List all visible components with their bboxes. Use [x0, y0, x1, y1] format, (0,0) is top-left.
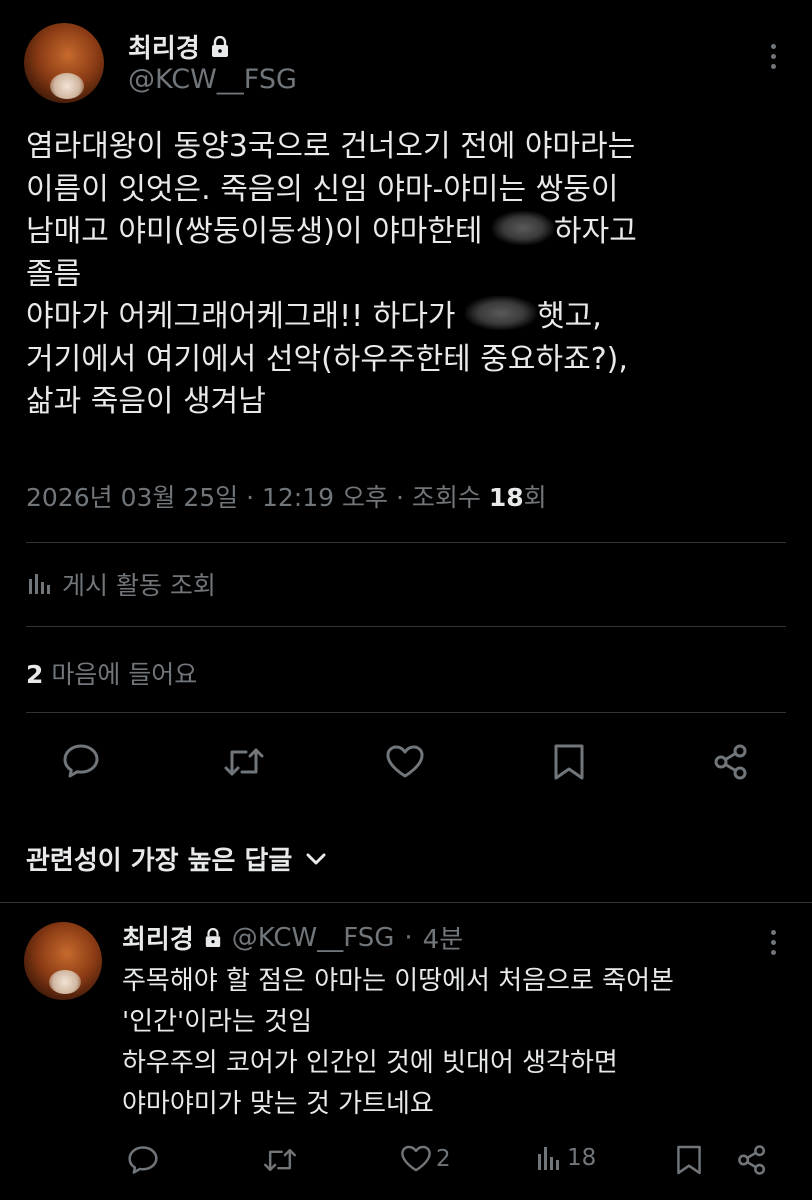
reply-reply-button[interactable] [127, 1145, 159, 1175]
post-activity-label: 게시 활동 조회 [62, 571, 216, 600]
retweet-button[interactable] [222, 745, 266, 779]
reply-share-button[interactable] [736, 1144, 768, 1176]
views-suffix: 회 [523, 483, 547, 512]
post-line-part: 하자고 [554, 214, 637, 249]
reply-line: '인간'이라는 것임 [122, 1007, 312, 1037]
reply-retweet-button[interactable] [262, 1146, 298, 1174]
analytics-icon [538, 1147, 559, 1170]
retweet-icon [224, 748, 264, 776]
post-line: 염라대왕이 동양3국으로 건너오기 전에 야마라는 [26, 129, 636, 164]
heart-icon [401, 1145, 431, 1172]
post-line: 삶과 죽음이 생겨남 [26, 384, 266, 419]
separator: · [395, 483, 412, 512]
reply-icon [63, 744, 99, 778]
reply-line: 주목해야 할 점은 야마는 이땅에서 처음으로 죽어본 [122, 966, 674, 996]
reply-author-handle[interactable]: @KCW__FSG [232, 923, 395, 953]
reply-line: 하우주의 코어가 인간인 것에 빗대어 생각하면 [122, 1048, 618, 1078]
reply-author-name[interactable]: 최리경 [122, 919, 194, 956]
post-time[interactable]: 12:19 오후 [262, 483, 388, 512]
bookmark-icon [554, 744, 584, 780]
more-icon[interactable] [771, 930, 776, 955]
retweet-icon [264, 1148, 296, 1172]
reply-avatar[interactable] [24, 922, 102, 1000]
post-line-part: 야마가 어케그래어케그래!! 하다가 [26, 299, 456, 334]
post-line: 이름이 잇엇은. 죽음의 신임 야마-야미는 쌍둥이 [26, 171, 619, 207]
post-body: 염라대왕이 동양3국으로 건너오기 전에 야마라는 이름이 잇엇은. 죽음의 신… [26, 126, 637, 424]
replies-sort-label: 관련성이 가장 높은 답글 [26, 846, 293, 876]
share-icon [738, 1145, 766, 1175]
reply-views-count: 18 [567, 1145, 597, 1171]
separator: · [404, 922, 413, 953]
reply-line: 야마야미가 맞는 것 가트네요 [122, 1089, 434, 1119]
reply-icon [128, 1146, 158, 1174]
share-button[interactable] [712, 743, 750, 781]
bookmark-button[interactable] [553, 743, 585, 781]
views-count: 18 [488, 483, 524, 512]
reply-like-button[interactable]: 2 [400, 1145, 451, 1173]
views-label: 조회수 [411, 483, 481, 512]
likes-label: 마음에 들어요 [51, 660, 198, 689]
post-activity-link[interactable]: 게시 활동 조회 [28, 566, 216, 602]
reply-header: 최리경 @KCW__FSG · 4분 [122, 919, 463, 956]
more-icon[interactable] [771, 44, 776, 69]
divider [0, 902, 812, 903]
lock-icon [210, 35, 230, 58]
lock-icon [204, 927, 222, 948]
post-line: 거기에서 여기에서 선악(하우주한테 중요하죠?), [26, 341, 628, 377]
post-line-part: 햇고, [537, 299, 602, 334]
author-name[interactable]: 최리경 [128, 28, 200, 65]
reply-time[interactable]: 4분 [423, 919, 463, 956]
replies-sort-dropdown[interactable]: 관련성이 가장 높은 답글 [26, 840, 326, 877]
divider [26, 712, 786, 713]
likes-summary[interactable]: 2 마음에 들어요 [26, 655, 197, 691]
reply-button[interactable] [62, 743, 100, 779]
bookmark-icon [677, 1145, 701, 1175]
avatar[interactable] [24, 23, 104, 103]
post-line: 남매고 야미(쌍둥이동생)이 야마한테 하자고 [26, 211, 637, 254]
censor-blur [492, 211, 555, 245]
separator: · [246, 483, 262, 512]
heart-icon [386, 745, 424, 778]
divider [26, 626, 786, 627]
share-icon [714, 744, 747, 780]
reply-bookmark-button[interactable] [676, 1144, 702, 1176]
post-meta: 2026년 03월 25일 · 12:19 오후 · 조회수 18회 [26, 478, 547, 514]
likes-count: 2 [26, 660, 44, 689]
post-line: 졸름 [26, 256, 82, 292]
post-date[interactable]: 2026년 03월 25일 [26, 483, 238, 512]
post-line: 야마가 어케그래어케그래!! 하다가 햇고, [26, 296, 637, 339]
censor-blur [465, 296, 538, 330]
author-name-row: 최리경 [128, 28, 230, 65]
reply-like-count: 2 [436, 1146, 451, 1172]
analytics-icon [28, 573, 52, 595]
post-line-part: 남매고 야미(쌍둥이동생)이 야마한테 [26, 214, 483, 249]
chevron-down-icon [306, 852, 326, 866]
author-handle[interactable]: @KCW__FSG [128, 64, 297, 95]
reply-body: 주목해야 할 점은 야마는 이땅에서 처음으로 죽어본 '인간'이라는 것임 하… [122, 961, 674, 1125]
divider [26, 542, 786, 543]
like-button[interactable] [385, 745, 425, 779]
reply-views-button[interactable]: 18 [537, 1145, 596, 1171]
